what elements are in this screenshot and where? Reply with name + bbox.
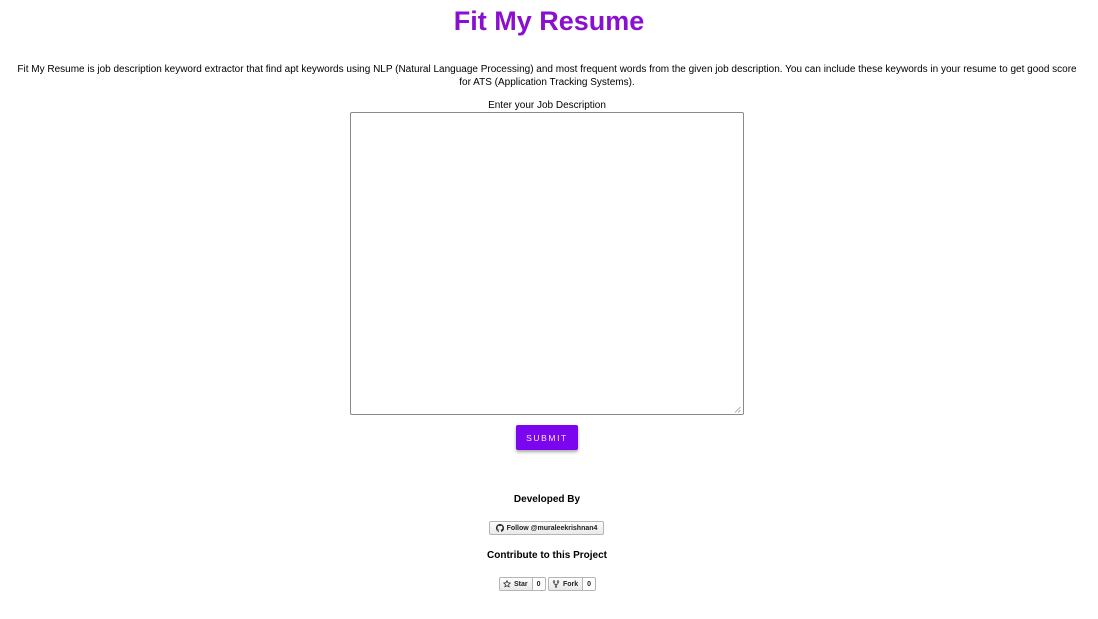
app-description: Fit My Resume is job description keyword…: [17, 64, 1077, 88]
star-count[interactable]: 0: [532, 577, 546, 591]
job-description-textarea[interactable]: [350, 112, 744, 415]
fork-label: Fork: [563, 580, 579, 588]
fork-button-label-group[interactable]: Fork: [548, 577, 584, 591]
github-follow-button[interactable]: Follow @muraleekrishnan4: [489, 521, 604, 535]
star-icon: [503, 580, 511, 588]
submit-button[interactable]: SUBMIT: [516, 425, 578, 450]
contribute-heading: Contribute to this Project: [487, 550, 607, 561]
github-star-button[interactable]: Star 0: [499, 577, 546, 591]
star-button-label-group[interactable]: Star: [499, 577, 533, 591]
star-label: Star: [514, 580, 528, 588]
github-follow-label: Follow @muraleekrishnan4: [506, 524, 598, 532]
fork-icon: [552, 580, 560, 588]
github-fork-button[interactable]: Fork 0: [548, 577, 597, 591]
github-icon: [495, 524, 504, 532]
page-title: Fit My Resume: [453, 6, 645, 36]
developed-by-heading: Developed By: [513, 494, 581, 505]
fork-count[interactable]: 0: [583, 577, 597, 591]
job-description-label: Enter your Job Description: [488, 100, 606, 111]
page: Fit My Resume Fit My Resume is job descr…: [0, 0, 1098, 619]
